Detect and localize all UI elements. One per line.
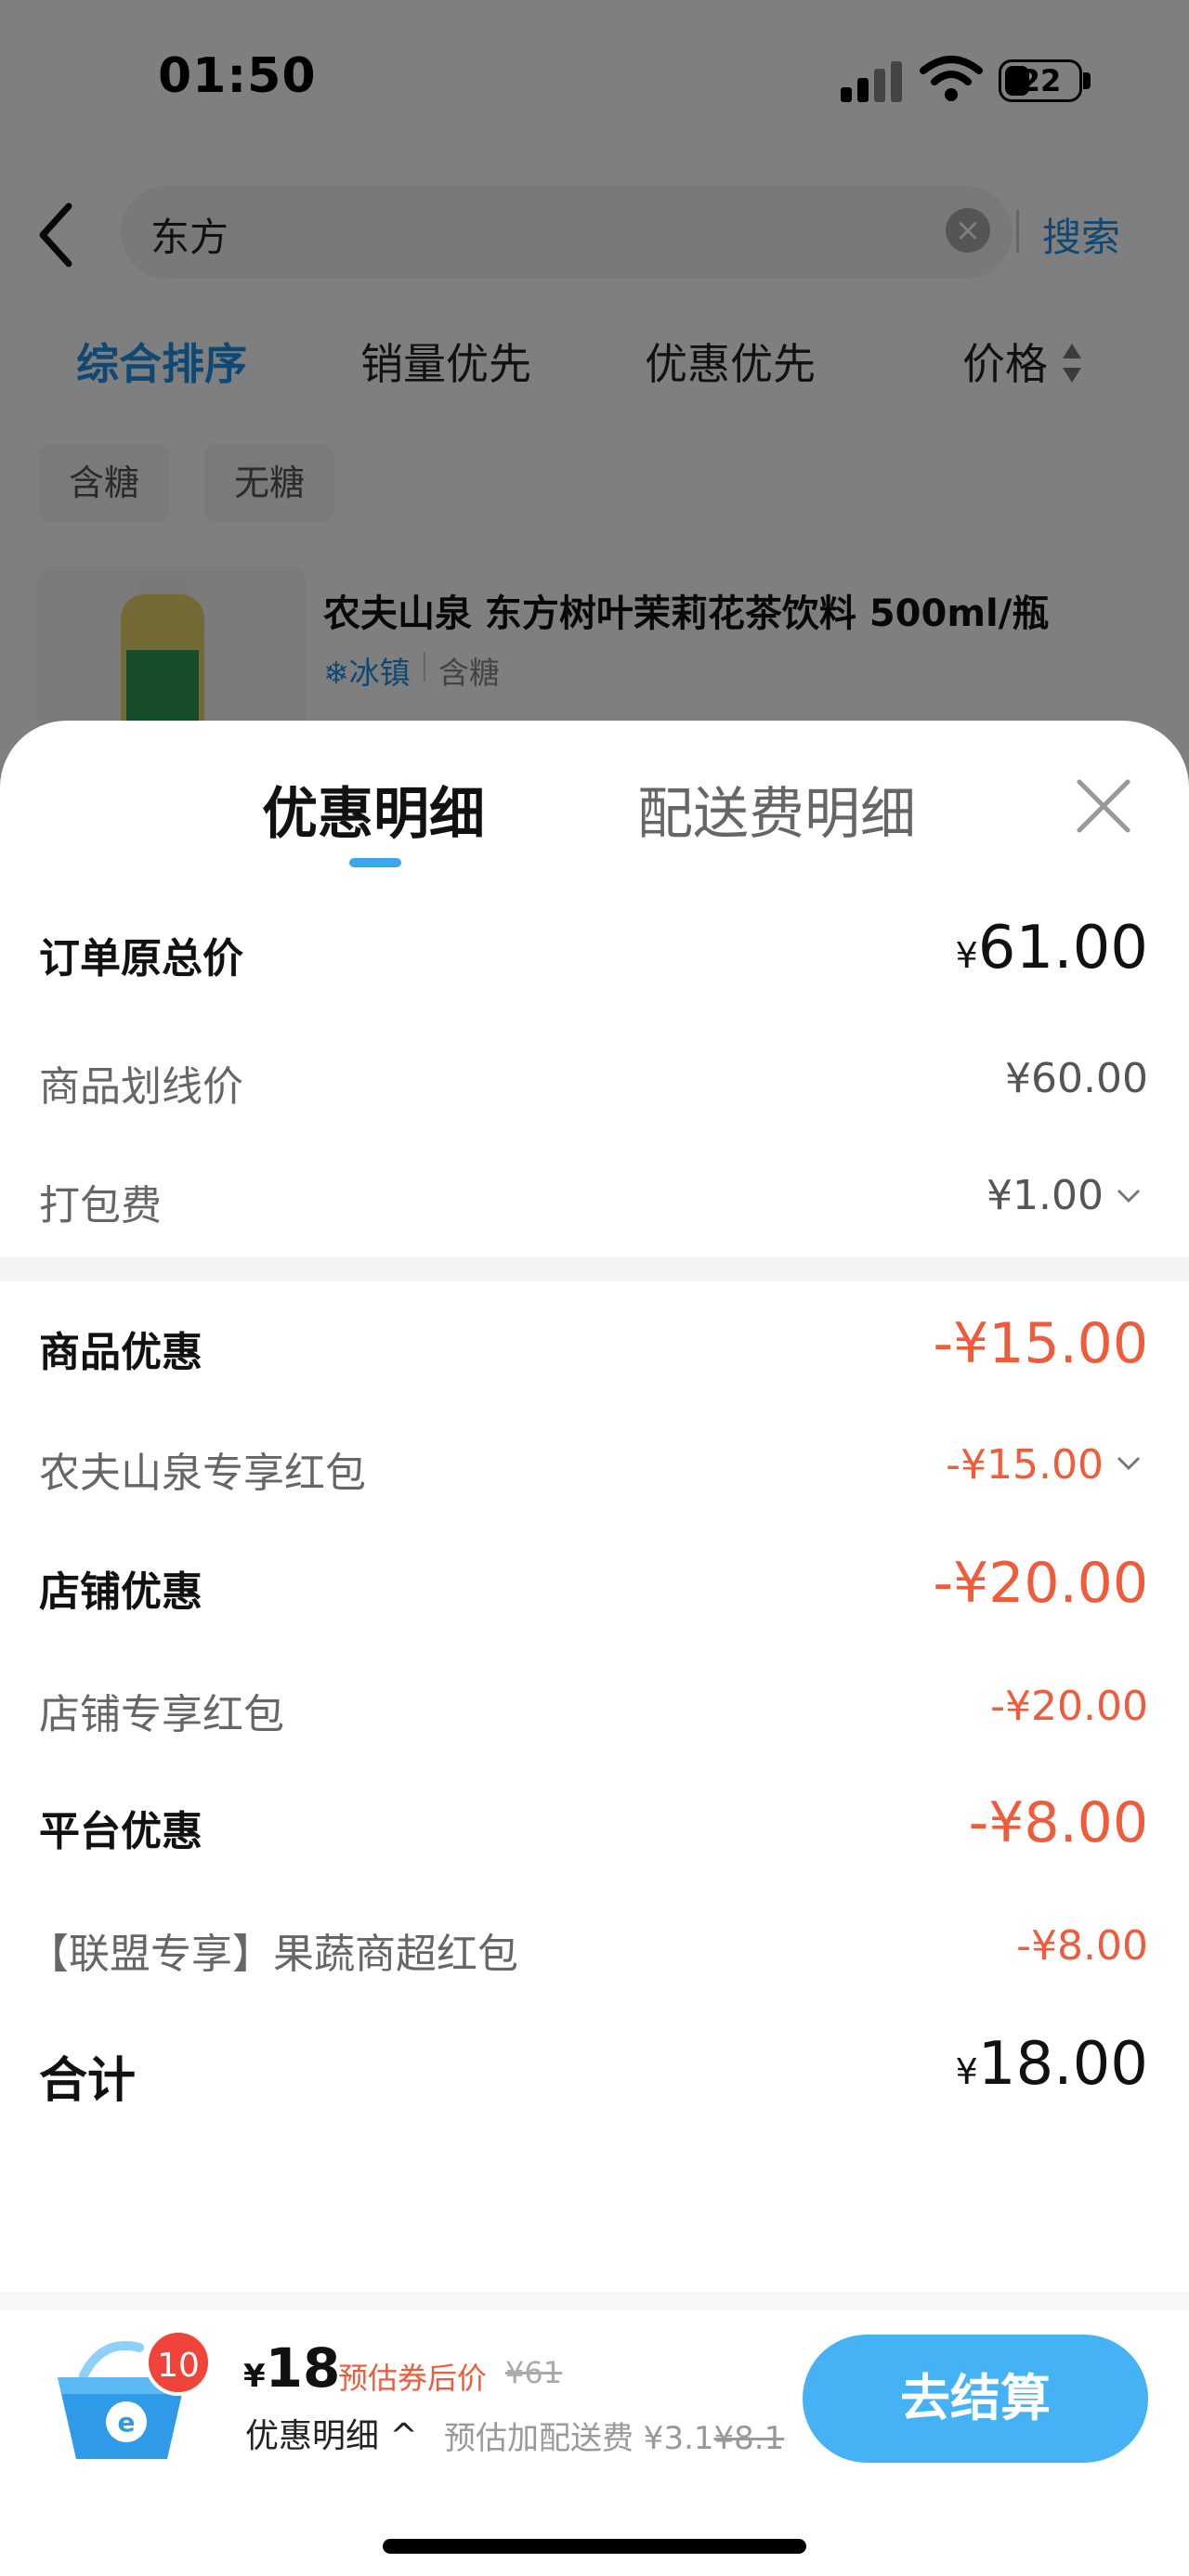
chevron-down-icon[interactable]	[1117, 1456, 1141, 1471]
checkout-button[interactable]: 去结算	[803, 2335, 1148, 2463]
bottom-bar-divider	[0, 2292, 1189, 2310]
store-discount-value: -¥20.00	[933, 1551, 1148, 1616]
original-total-label: 订单原总价	[39, 935, 243, 982]
product-discount-label: 商品优惠	[39, 1329, 203, 1376]
tab-discount-detail[interactable]: 优惠明细	[262, 769, 485, 850]
nongfu-redpack-label: 农夫山泉专享红包	[39, 1450, 366, 1497]
total-value: ¥18.00	[955, 2030, 1148, 2099]
product-discount-value: -¥15.00	[933, 1311, 1148, 1376]
original-total-value: ¥61.00	[955, 914, 1148, 982]
close-icon[interactable]	[1074, 776, 1133, 836]
cart-count-badge: 10	[145, 2329, 212, 2396]
svg-text:e: e	[118, 2407, 136, 2438]
alliance-redpack-value: -¥8.00	[1016, 1922, 1148, 1970]
platform-discount-label: 平台优惠	[39, 1808, 203, 1855]
packing-fee-value[interactable]: ¥1.00	[986, 1172, 1104, 1219]
bottom-total-price: ¥18	[243, 2336, 341, 2400]
nongfu-redpack-value[interactable]: -¥15.00	[946, 1441, 1104, 1489]
chevron-down-icon[interactable]	[1117, 1189, 1141, 1203]
estimate-label: 预估券后价	[338, 2361, 488, 2396]
bottom-original-price: ¥61	[505, 2355, 563, 2390]
strikethrough-price-value: ¥60.00	[1005, 1055, 1148, 1102]
alliance-redpack-label: 【联盟专享】果蔬商超红包	[28, 1931, 518, 1978]
discount-detail-toggle[interactable]: 优惠明细 ^	[245, 2409, 418, 2457]
store-redpack-label: 店铺专享红包	[39, 1691, 284, 1738]
delivery-fee-estimate: 预估加配送费 ¥3.1¥8.1	[444, 2420, 785, 2457]
store-redpack-value: -¥20.00	[990, 1683, 1148, 1730]
active-tab-indicator	[349, 858, 401, 867]
section-divider	[0, 1257, 1189, 1281]
strikethrough-price-label: 商品划线价	[39, 1063, 243, 1111]
home-indicator	[383, 2539, 806, 2554]
packing-fee-label: 打包费	[39, 1182, 162, 1229]
tab-delivery-fee-detail[interactable]: 配送费明细	[637, 769, 916, 850]
store-discount-label: 店铺优惠	[39, 1568, 203, 1616]
platform-discount-value: -¥8.00	[968, 1790, 1148, 1855]
total-label: 合计	[39, 2053, 137, 2109]
